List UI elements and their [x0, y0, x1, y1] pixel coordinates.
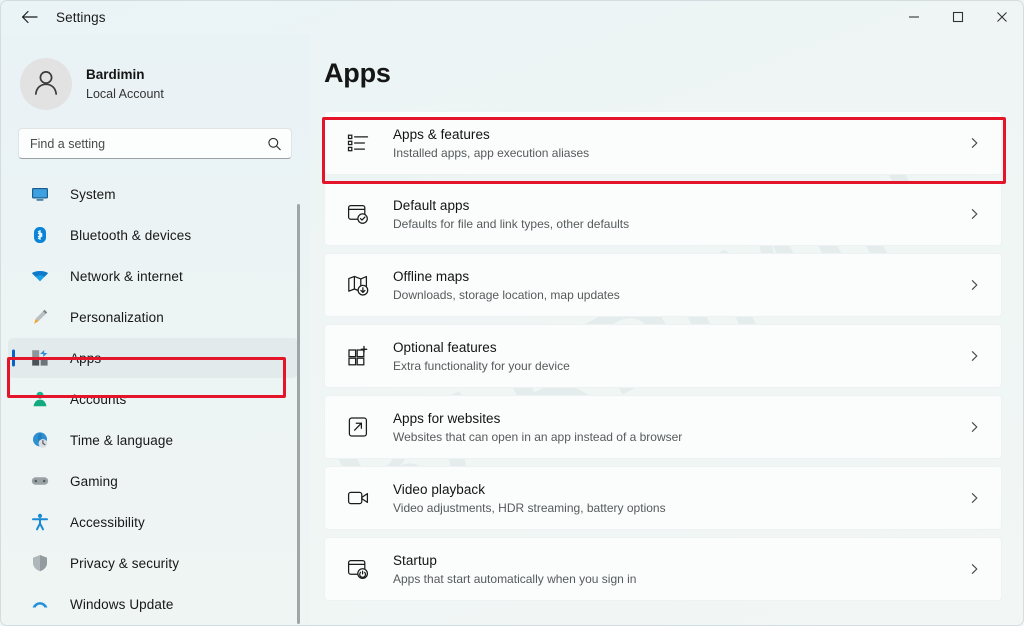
search-box[interactable]	[18, 128, 292, 159]
sidebar-item-label: Privacy & security	[70, 555, 180, 571]
card-title: Video playback	[393, 481, 486, 497]
sidebar-item-accounts[interactable]: Accounts	[8, 379, 298, 419]
sidebar-item-time-language[interactable]: Time & language	[8, 420, 298, 460]
card-subtitle: Extra functionality for your device	[393, 358, 570, 373]
chevron-right-icon[interactable]	[968, 208, 981, 221]
close-button[interactable]	[980, 0, 1024, 34]
accessibility-icon	[30, 512, 50, 532]
chevron-right-icon[interactable]	[968, 563, 981, 576]
selection-indicator	[12, 349, 15, 367]
sidebar: Bardimin Local Account System Bluetooth &…	[0, 34, 310, 626]
sidebar-item-label: System	[70, 186, 116, 202]
gamepad-icon	[30, 471, 50, 491]
sidebar-item-label: Accounts	[70, 391, 127, 407]
profile-account-type: Local Account	[86, 86, 164, 101]
maximize-button[interactable]	[936, 0, 980, 34]
sidebar-item-label: Accessibility	[70, 514, 145, 530]
profile-name: Bardimin	[86, 66, 145, 82]
sidebar-item-label: Time & language	[70, 432, 174, 448]
card-title: Apps for websites	[393, 410, 501, 426]
back-arrow-icon	[21, 10, 38, 24]
window-check-icon	[345, 201, 371, 227]
sidebar-item-label: Personalization	[70, 309, 164, 325]
sidebar-item-apps[interactable]: Apps	[8, 338, 298, 378]
wifi-icon	[30, 266, 50, 286]
avatar	[20, 58, 72, 110]
card-title: Startup	[393, 552, 437, 568]
sidebar-item-gaming[interactable]: Gaming	[8, 461, 298, 501]
sidebar-item-bluetooth-devices[interactable]: Bluetooth & devices	[8, 215, 298, 255]
maximize-icon	[952, 11, 964, 23]
map-download-icon	[345, 272, 371, 298]
grid-plus-icon	[345, 343, 371, 369]
sidebar-item-system[interactable]: System	[8, 174, 298, 214]
sidebar-item-network-internet[interactable]: Network & internet	[8, 256, 298, 296]
chevron-right-icon[interactable]	[968, 492, 981, 505]
card-subtitle: Websites that can open in an app instead…	[393, 429, 683, 444]
sidebar-item-label: Windows Update	[70, 596, 174, 612]
card-subtitle: Video adjustments, HDR streaming, batter…	[393, 500, 666, 515]
settings-card-list: Apps & features Installed apps, app execu…	[310, 111, 1024, 601]
list-bullets-icon	[345, 130, 371, 156]
user-avatar-icon	[30, 66, 62, 103]
sidebar-item-accessibility[interactable]: Accessibility	[8, 502, 298, 542]
back-button[interactable]	[12, 2, 46, 32]
card-subtitle: Defaults for file and link types, other …	[393, 216, 630, 231]
window-power-icon	[345, 556, 371, 582]
monitor-icon	[30, 184, 50, 204]
sidebar-item-label: Apps	[70, 350, 102, 366]
minimize-button[interactable]	[892, 0, 936, 34]
card-title: Optional features	[393, 339, 497, 355]
external-link-icon	[345, 414, 371, 440]
sidebar-item-personalization[interactable]: Personalization	[8, 297, 298, 337]
main-content: Apps Apps & features Installed apps, app …	[310, 34, 1024, 626]
sidebar-scrollbar[interactable]	[297, 204, 300, 624]
card-subtitle: Downloads, storage location, map updates	[393, 287, 620, 302]
settings-card-startup[interactable]: Startup Apps that start automatically whe…	[324, 537, 1002, 601]
settings-card-offline-maps[interactable]: Offline maps Downloads, storage location,…	[324, 253, 1002, 317]
clock-globe-icon	[30, 430, 50, 450]
settings-card-apps-for-websites[interactable]: Apps for websites Websites that can open …	[324, 395, 1002, 459]
card-title: Offline maps	[393, 268, 470, 284]
user-profile[interactable]: Bardimin Local Account	[0, 34, 310, 112]
update-icon	[30, 594, 50, 614]
card-subtitle: Installed apps, app execution aliases	[393, 145, 590, 160]
person-icon	[30, 389, 50, 409]
search-container	[0, 112, 310, 159]
shield-icon	[30, 553, 50, 573]
search-icon[interactable]	[267, 136, 282, 151]
apps-icon	[30, 348, 50, 368]
page-title: Apps	[324, 58, 391, 88]
sidebar-item-privacy-security[interactable]: Privacy & security	[8, 543, 298, 583]
title-bar: Settings	[0, 0, 1024, 34]
window-controls	[892, 0, 1024, 34]
video-camera-icon	[345, 485, 371, 511]
bluetooth-icon	[30, 225, 50, 245]
sidebar-item-label: Bluetooth & devices	[70, 227, 192, 243]
settings-window: BARDIMIN Settings	[0, 0, 1024, 626]
window-title: Settings	[56, 9, 106, 25]
chevron-right-icon[interactable]	[968, 279, 981, 292]
sidebar-item-label: Network & internet	[70, 268, 183, 284]
card-subtitle: Apps that start automatically when you s…	[393, 571, 637, 586]
sidebar-nav: System Bluetooth & devices Network & inter…	[0, 174, 310, 626]
sidebar-item-windows-update[interactable]: Windows Update	[8, 584, 298, 624]
search-input[interactable]	[19, 129, 291, 158]
brush-icon	[30, 307, 50, 327]
settings-card-apps-features[interactable]: Apps & features Installed apps, app execu…	[324, 111, 1002, 175]
settings-card-default-apps[interactable]: Default apps Defaults for file and link t…	[324, 182, 1002, 246]
close-icon	[996, 11, 1008, 23]
card-title: Default apps	[393, 197, 470, 213]
settings-card-optional-features[interactable]: Optional features Extra functionality for…	[324, 324, 1002, 388]
sidebar-item-label: Gaming	[70, 473, 118, 489]
chevron-right-icon[interactable]	[968, 137, 981, 150]
settings-card-video-playback[interactable]: Video playback Video adjustments, HDR str…	[324, 466, 1002, 530]
minimize-icon	[908, 11, 920, 23]
card-title: Apps & features	[393, 126, 490, 142]
chevron-right-icon[interactable]	[968, 421, 981, 434]
chevron-right-icon[interactable]	[968, 350, 981, 363]
